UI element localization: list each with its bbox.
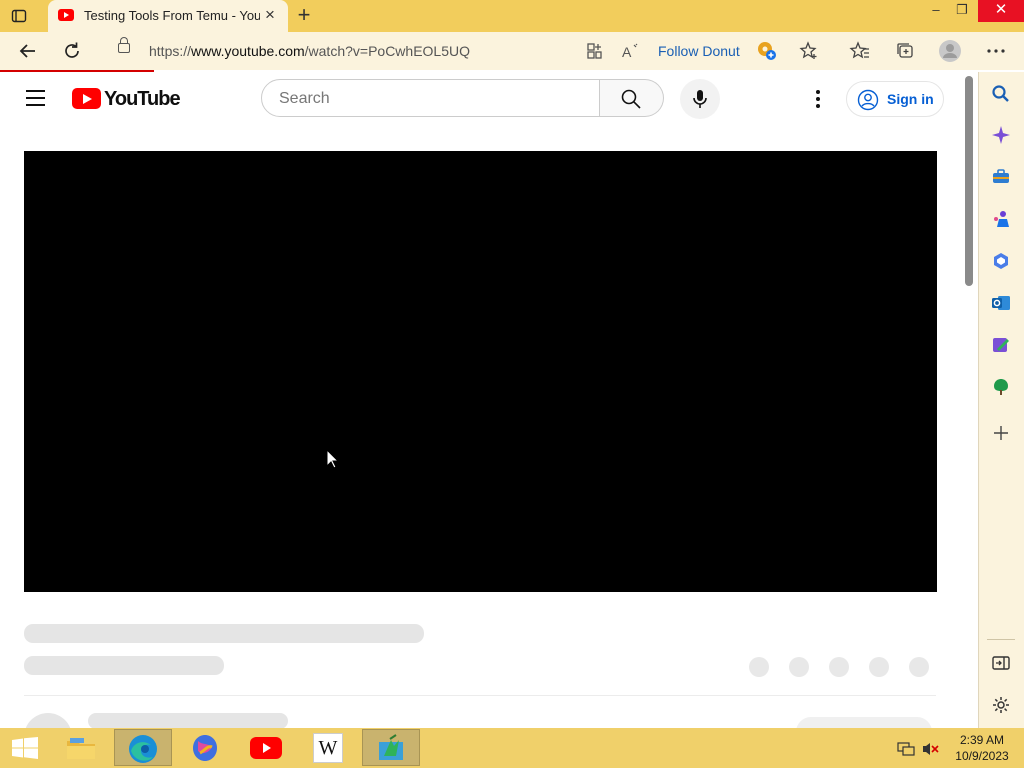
edge-taskbar-button[interactable] bbox=[114, 729, 172, 766]
lock-icon[interactable] bbox=[118, 37, 130, 53]
browser-title-bar: Testing Tools From Temu - YouTube × + – … bbox=[0, 0, 1024, 32]
youtube-taskbar-button[interactable] bbox=[237, 729, 295, 766]
sidebar-divider bbox=[987, 639, 1015, 640]
tab-title: Testing Tools From Temu - YouTube bbox=[84, 8, 260, 23]
divider bbox=[24, 695, 936, 696]
wikipedia-taskbar-button[interactable]: W bbox=[299, 729, 357, 766]
youtube-logo-text: YouTube bbox=[104, 88, 181, 110]
file-explorer-icon bbox=[67, 738, 95, 759]
microphone-icon bbox=[693, 90, 707, 108]
sign-in-button[interactable]: Sign in bbox=[846, 81, 944, 117]
back-arrow-icon[interactable] bbox=[16, 39, 40, 63]
favorites-icon[interactable] bbox=[848, 39, 872, 63]
channel-placeholder bbox=[88, 713, 288, 728]
title-placeholder bbox=[24, 624, 424, 643]
games-icon[interactable] bbox=[991, 209, 1011, 229]
copilot-icon[interactable] bbox=[991, 125, 1011, 145]
new-tab-icon[interactable]: + bbox=[292, 4, 316, 28]
volume-muted-icon[interactable] bbox=[921, 741, 939, 757]
youtube-icon bbox=[250, 737, 282, 759]
add-favorite-icon[interactable] bbox=[797, 39, 821, 63]
youtube-play-icon bbox=[72, 88, 101, 109]
avatar-placeholder bbox=[24, 713, 72, 728]
microsoft-365-icon[interactable] bbox=[991, 251, 1011, 271]
network-icon[interactable] bbox=[897, 741, 915, 757]
recorder-icon bbox=[379, 734, 403, 760]
copilot-icon bbox=[193, 735, 217, 761]
subtitle-placeholder bbox=[24, 656, 224, 675]
restore-button[interactable]: ❐ bbox=[947, 0, 977, 22]
address-bar[interactable]: https://www.youtube.com/watch?v=PoCwhEOL… bbox=[104, 35, 640, 67]
video-player[interactable] bbox=[24, 151, 937, 592]
file-explorer-button[interactable] bbox=[53, 729, 111, 766]
tab-close-icon[interactable]: × bbox=[260, 5, 280, 25]
url-text: https://www.youtube.com/watch?v=PoCwhEOL… bbox=[149, 43, 470, 59]
menu-icon[interactable] bbox=[26, 90, 46, 106]
search-button[interactable] bbox=[600, 79, 664, 117]
refresh-icon[interactable] bbox=[60, 39, 84, 63]
tools-icon[interactable] bbox=[991, 167, 1011, 187]
account-icon bbox=[857, 89, 879, 111]
recorder-taskbar-button[interactable] bbox=[362, 729, 420, 766]
tab-actions-icon[interactable] bbox=[11, 8, 27, 24]
windows-taskbar: W 2:39 AM 10/9/2023 bbox=[0, 728, 1024, 768]
mouse-cursor-icon bbox=[326, 449, 338, 469]
clock-date[interactable]: 10/9/2023 bbox=[950, 749, 1014, 764]
outlook-icon[interactable] bbox=[991, 293, 1011, 313]
action-placeholder bbox=[909, 657, 929, 677]
search-box bbox=[261, 79, 600, 117]
tree-icon[interactable] bbox=[991, 377, 1011, 397]
donut-extension-icon[interactable] bbox=[755, 39, 779, 63]
scrollbar-thumb[interactable] bbox=[965, 76, 973, 286]
action-placeholder bbox=[829, 657, 849, 677]
collections-icon[interactable] bbox=[893, 39, 917, 63]
settings-more-icon[interactable] bbox=[806, 86, 830, 112]
clock-time[interactable]: 2:39 AM bbox=[950, 733, 1014, 748]
profile-icon[interactable] bbox=[938, 39, 962, 63]
sidebar-search-icon[interactable] bbox=[991, 84, 1011, 104]
youtube-page: YouTube Sign in bbox=[0, 72, 978, 728]
voice-search-button[interactable] bbox=[680, 79, 720, 119]
hide-sidebar-icon[interactable] bbox=[991, 653, 1011, 673]
action-placeholder bbox=[869, 657, 889, 677]
read-aloud-icon[interactable]: A bbox=[618, 39, 642, 63]
youtube-logo[interactable]: YouTube bbox=[72, 87, 182, 111]
wikipedia-icon: W bbox=[313, 733, 343, 763]
browser-tab[interactable]: Testing Tools From Temu - YouTube × bbox=[48, 0, 288, 32]
copilot-taskbar-button[interactable] bbox=[176, 729, 234, 766]
svg-text:A: A bbox=[622, 44, 632, 60]
youtube-favicon-icon bbox=[58, 9, 74, 21]
app-available-icon[interactable] bbox=[582, 39, 606, 63]
browser-toolbar: https://www.youtube.com/watch?v=PoCwhEOL… bbox=[0, 32, 1024, 70]
search-input[interactable] bbox=[277, 88, 581, 110]
edge-icon bbox=[129, 735, 157, 763]
add-icon[interactable] bbox=[991, 423, 1011, 443]
edge-sidebar bbox=[978, 72, 1024, 728]
close-window-button[interactable]: ✕ bbox=[978, 0, 1024, 22]
more-icon[interactable] bbox=[984, 39, 1008, 63]
action-placeholder bbox=[789, 657, 809, 677]
sign-in-label: Sign in bbox=[887, 91, 934, 107]
start-button[interactable] bbox=[0, 729, 58, 766]
subscribe-placeholder bbox=[796, 717, 932, 728]
action-placeholder bbox=[749, 657, 769, 677]
search-icon bbox=[621, 89, 641, 109]
settings-icon[interactable] bbox=[991, 695, 1011, 715]
start-icon bbox=[12, 737, 38, 759]
follow-button[interactable]: Follow Donut bbox=[658, 43, 740, 59]
page-scrollbar[interactable] bbox=[960, 72, 978, 728]
drop-icon[interactable] bbox=[991, 335, 1011, 355]
